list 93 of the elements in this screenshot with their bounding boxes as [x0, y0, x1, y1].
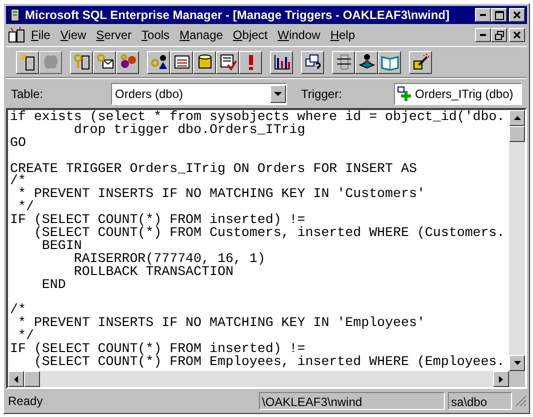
status-user: sa\dbo — [448, 392, 512, 410]
menu-item[interactable]: Tools — [136, 26, 175, 44]
code-line: */ — [18, 201, 35, 214]
code-line: drop trigger dbo.Orders_ITrig — [72, 124, 306, 137]
toolbar-button[interactable] — [270, 50, 293, 74]
key-server-icon — [72, 53, 90, 71]
menu-item[interactable]: Help — [325, 26, 360, 44]
close-button[interactable] — [509, 8, 525, 22]
code-line: RAISERROR(777740, 16, 1) — [72, 252, 266, 266]
code-line: (SELECT COUNT(*) FROM Employees, inserted WHERE (Employees. — [32, 356, 506, 369]
toolbar-button[interactable] — [93, 50, 116, 74]
scroll-down-button[interactable] — [509, 355, 525, 371]
toolbar-button[interactable] — [332, 50, 355, 74]
wand-icon — [412, 53, 430, 71]
toolbar-button[interactable] — [409, 50, 432, 74]
code-line: CREATE TRIGGER Orders_ITrig ON Orders FOR INSERT AS — [10, 162, 418, 176]
server-icon — [8, 8, 22, 22]
toolbar-button[interactable] — [216, 50, 239, 74]
toolbar-button[interactable] — [301, 50, 324, 74]
code-line: END — [40, 278, 67, 292]
close-icon — [513, 31, 521, 39]
menu-item[interactable]: Server — [91, 26, 137, 44]
close-button[interactable] — [509, 28, 525, 42]
toolbar-button[interactable] — [70, 50, 93, 74]
code-line: */ — [18, 330, 35, 344]
scroll-left-button[interactable] — [8, 371, 24, 387]
new-server-icon — [18, 53, 36, 71]
scroll-left-icon — [14, 376, 18, 382]
blob-icon — [42, 53, 60, 71]
code-line: GO — [10, 136, 27, 150]
book-icon — [380, 53, 398, 71]
toolbar-button[interactable] — [116, 50, 139, 74]
menu-item[interactable]: File — [26, 26, 56, 44]
toolbar-button[interactable] — [355, 50, 378, 74]
code-line: (SELECT COUNT(*) FROM Customers, inserted WHERE (Customers. — [32, 227, 506, 240]
maximize-button[interactable] — [491, 8, 507, 22]
code-line: ROLLBACK TRANSACTION — [72, 266, 234, 279]
minimize-icon — [480, 14, 486, 16]
code-line: * PREVENT INSERTS IF NO MATCHING KEY IN 'Customers' — [16, 188, 426, 202]
resize-grip-icon — [515, 395, 527, 407]
toolbar-button[interactable] — [378, 50, 401, 74]
minimize-button[interactable] — [475, 28, 491, 42]
gears-icon — [118, 53, 136, 71]
toolbar-button[interactable] — [170, 50, 193, 74]
code-line: BEGIN — [42, 240, 82, 253]
scroll-up-button[interactable] — [509, 110, 525, 126]
scroll-right-icon — [499, 376, 503, 382]
form-icon — [172, 53, 190, 71]
restore-button[interactable] — [491, 28, 507, 42]
menu-item[interactable]: Object — [228, 26, 273, 44]
database-icon — [196, 53, 214, 71]
status-message: Ready — [7, 393, 44, 410]
minimize-button[interactable] — [475, 8, 491, 22]
toolbar-button[interactable] — [147, 50, 170, 74]
key-mail-icon — [96, 53, 114, 71]
window-title: Microsoft SQL Enterprise Manager - [Manage Triggers - OAKLEAF3\nwind] — [25, 7, 450, 24]
table-label: Table: — [11, 86, 44, 102]
scroll-right-button[interactable] — [493, 371, 509, 387]
toolbar-button[interactable] — [193, 50, 216, 74]
scroll-thumb[interactable] — [24, 371, 40, 387]
scrollbar-corner — [509, 371, 525, 387]
trigger-label: Trigger: — [301, 86, 343, 102]
list-icon — [334, 53, 352, 71]
trigger-field[interactable]: Orders_ITrig (dbo) — [394, 82, 522, 104]
maximize-icon — [494, 10, 504, 20]
menu-item[interactable]: Manage — [174, 26, 228, 44]
scroll-down-icon — [514, 361, 520, 365]
exclamation-icon — [248, 54, 252, 70]
restore-icon — [494, 30, 504, 40]
menu-item[interactable]: Window — [272, 26, 326, 44]
close-icon — [513, 11, 521, 19]
key-person-icon — [150, 53, 168, 71]
code-line: IF (SELECT COUNT(*) FROM inserted) != — [10, 214, 306, 228]
code-line: if exists (select * from sysobjects where id = object_id('dbo. — [10, 111, 506, 124]
toolbar-button[interactable] — [16, 50, 39, 74]
person-book-icon — [358, 53, 376, 71]
bar-chart-icon — [272, 53, 290, 71]
minimize-icon — [480, 34, 486, 36]
table-dropdown[interactable]: Orders (dbo) — [111, 82, 287, 104]
code-line: * PREVENT INSERTS IF NO MATCHING KEY IN 'Employees' — [16, 317, 426, 330]
trigger-icon — [397, 86, 413, 102]
query-help-icon — [304, 53, 322, 71]
menu-item[interactable]: View — [55, 26, 92, 44]
code-editor[interactable] — [6, 108, 527, 389]
app-icon — [8, 27, 26, 43]
dropdown-arrow-icon — [274, 92, 282, 96]
scroll-thumb[interactable] — [509, 126, 525, 142]
code-line: IF (SELECT COUNT(*) FROM inserted) != — [10, 343, 306, 356]
code-line: /* — [10, 304, 27, 318]
toolbar-button[interactable] — [239, 50, 262, 74]
status-server: \OAKLEAF3\nwind — [259, 392, 445, 410]
code-line: /* — [10, 175, 27, 188]
scroll-up-icon — [514, 116, 520, 120]
